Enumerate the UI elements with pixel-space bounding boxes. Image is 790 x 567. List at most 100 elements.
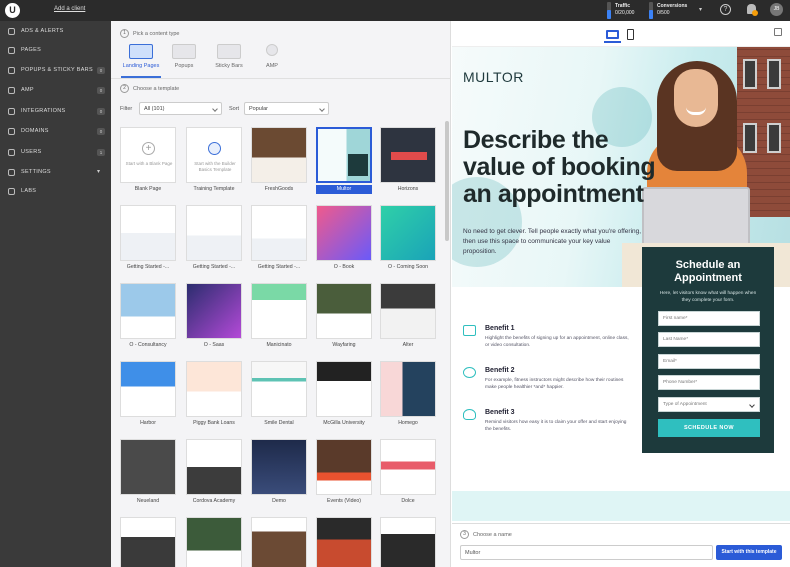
open-external-icon[interactable] xyxy=(774,28,782,36)
template-thumbnail: + Start with a Blank Page xyxy=(120,127,176,183)
sort-label: Sort xyxy=(229,106,240,112)
pages-icon xyxy=(8,47,15,54)
appointment-type-select[interactable]: Type of Appointment xyxy=(658,397,760,412)
template-card[interactable]: Start with the Builder Basics Template T… xyxy=(186,127,242,195)
notifications-bell-icon[interactable] xyxy=(747,4,758,16)
training-hint: Start with the Builder Basics Template xyxy=(194,161,236,172)
template-name: Harbor xyxy=(140,420,156,426)
benefit-text: For example, fitness instructors might d… xyxy=(485,378,624,390)
sidebar-item-ads-alerts[interactable]: ADS & ALERTS xyxy=(0,22,111,42)
template-card-selected[interactable]: Multor xyxy=(316,127,372,195)
template-card[interactable]: Getting Started -... xyxy=(251,205,307,273)
sidebar-item-pages[interactable]: PAGES xyxy=(0,41,111,61)
ads-icon xyxy=(8,28,15,35)
brand-logo: MULTOR xyxy=(463,69,524,85)
template-card[interactable]: O - Book xyxy=(316,205,372,273)
schedule-now-button[interactable]: SCHEDULE NOW xyxy=(658,419,760,437)
template-thumbnail xyxy=(316,439,372,495)
template-card[interactable]: Smile Dental xyxy=(251,361,307,429)
benefit-title: Benefit 2 xyxy=(485,367,515,374)
conversions-meter-icon xyxy=(649,2,653,19)
app-window: U Add a client Traffic 0/20,000 Conversi… xyxy=(0,0,790,567)
template-thumbnail xyxy=(251,283,307,339)
template-name: Piggy Bank Loans xyxy=(193,420,235,426)
template-thumbnail xyxy=(380,205,436,261)
template-name: FreshGoods xyxy=(264,186,294,192)
template-card[interactable] xyxy=(316,517,372,567)
template-thumbnail xyxy=(120,361,176,417)
unbounce-logo-icon[interactable]: U xyxy=(5,3,20,18)
chevron-down-icon: ▾ xyxy=(97,169,101,175)
template-card[interactable]: + Start with a Blank Page Blank Page xyxy=(120,127,176,195)
template-card[interactable]: Homego xyxy=(380,361,436,429)
window-image xyxy=(767,123,781,153)
first-name-field[interactable]: First name* xyxy=(658,311,760,326)
sidebar-item-popups[interactable]: POPUPS & STICKY BARS 0 xyxy=(0,61,111,81)
template-card[interactable]: Horizons xyxy=(380,127,436,195)
sidebar-item-labs[interactable]: LABS xyxy=(0,182,111,202)
template-card[interactable]: Neueland xyxy=(120,439,176,507)
sidebar-item-domains[interactable]: DOMAINS 0 xyxy=(0,122,111,142)
sidebar-item-label: DOMAINS xyxy=(21,128,49,134)
template-card[interactable]: Piggy Bank Loans xyxy=(186,361,242,429)
template-card[interactable]: O - Consultancy xyxy=(120,283,176,351)
template-card[interactable] xyxy=(251,517,307,567)
sidebar-item-amp[interactable]: AMP 0 xyxy=(0,81,111,101)
template-card[interactable] xyxy=(380,517,436,567)
sort-select[interactable]: Popular xyxy=(244,102,329,115)
chevron-down-icon[interactable]: ▾ xyxy=(699,6,702,13)
template-name: O - Saas xyxy=(203,342,225,348)
desktop-view-icon[interactable] xyxy=(606,30,619,39)
page-name-input[interactable]: Multor xyxy=(460,545,713,560)
start-with-template-button[interactable]: Start with this template xyxy=(716,545,782,560)
traffic-stat: Traffic 0/20,000 xyxy=(615,3,634,17)
sidebar-item-users[interactable]: USERS 1 xyxy=(0,143,111,163)
template-card[interactable]: Events (Video) xyxy=(316,439,372,507)
template-card[interactable]: Wayfaring xyxy=(316,283,372,351)
step-number: 3 xyxy=(460,530,469,539)
preview-headline: Describe the value of booking an appoint… xyxy=(463,126,656,208)
content-type-sticky-bars[interactable]: Sticky Bars xyxy=(209,42,249,70)
template-card[interactable] xyxy=(120,517,176,567)
user-avatar[interactable]: JB xyxy=(770,3,783,16)
content-type-landing-pages[interactable]: Landing Pages xyxy=(121,42,161,70)
sidebar-item-label: POPUPS & STICKY BARS xyxy=(21,67,93,73)
template-card[interactable]: Getting Started -... xyxy=(120,205,176,273)
template-thumbnail: Start with the Builder Basics Template xyxy=(186,127,242,183)
template-card[interactable]: Manicinato xyxy=(251,283,307,351)
lightbulb-icon xyxy=(463,409,476,420)
heart-icon xyxy=(463,367,476,378)
template-grid-scrollbar[interactable] xyxy=(445,121,449,241)
sidebar-item-settings[interactable]: SETTINGS ▾ xyxy=(0,163,111,183)
template-card[interactable]: Harbor xyxy=(120,361,176,429)
last-name-field[interactable]: Last Name* xyxy=(658,332,760,347)
email-field[interactable]: Email* xyxy=(658,354,760,369)
template-card[interactable]: O - Coming Soon xyxy=(380,205,436,273)
template-thumbnail xyxy=(251,205,307,261)
template-card[interactable]: Getting Started -... xyxy=(186,205,242,273)
device-toggle-bar xyxy=(452,21,790,47)
template-card[interactable] xyxy=(186,517,242,567)
template-card[interactable]: McGilla University xyxy=(316,361,372,429)
template-thumbnail xyxy=(380,283,436,339)
traffic-value: 0/20,000 xyxy=(615,10,635,16)
phone-field[interactable]: Phone Number* xyxy=(658,375,760,390)
template-card[interactable]: Dolce xyxy=(380,439,436,507)
sidebar-item-integrations[interactable]: INTEGRATIONS 0 xyxy=(0,102,111,122)
template-card[interactable]: FreshGoods xyxy=(251,127,307,195)
add-client-link[interactable]: Add a client xyxy=(54,6,85,12)
template-card[interactable]: Cordova Academy xyxy=(186,439,242,507)
template-card[interactable]: Demo xyxy=(251,439,307,507)
template-card[interactable]: Alter xyxy=(380,283,436,351)
filter-select[interactable]: All (101) xyxy=(139,102,222,115)
benefit-title: Benefit 1 xyxy=(485,325,515,332)
window-image xyxy=(767,59,781,89)
window-image xyxy=(743,59,757,89)
content-type-amp[interactable]: AMP xyxy=(252,42,292,70)
mobile-view-icon[interactable] xyxy=(627,29,634,40)
template-card[interactable]: O - Saas xyxy=(186,283,242,351)
sidebar-item-count: 0 xyxy=(97,87,105,94)
content-type-popups[interactable]: Popups xyxy=(164,42,204,70)
help-icon[interactable]: ? xyxy=(720,4,731,15)
template-name: Getting Started -... xyxy=(126,264,170,270)
